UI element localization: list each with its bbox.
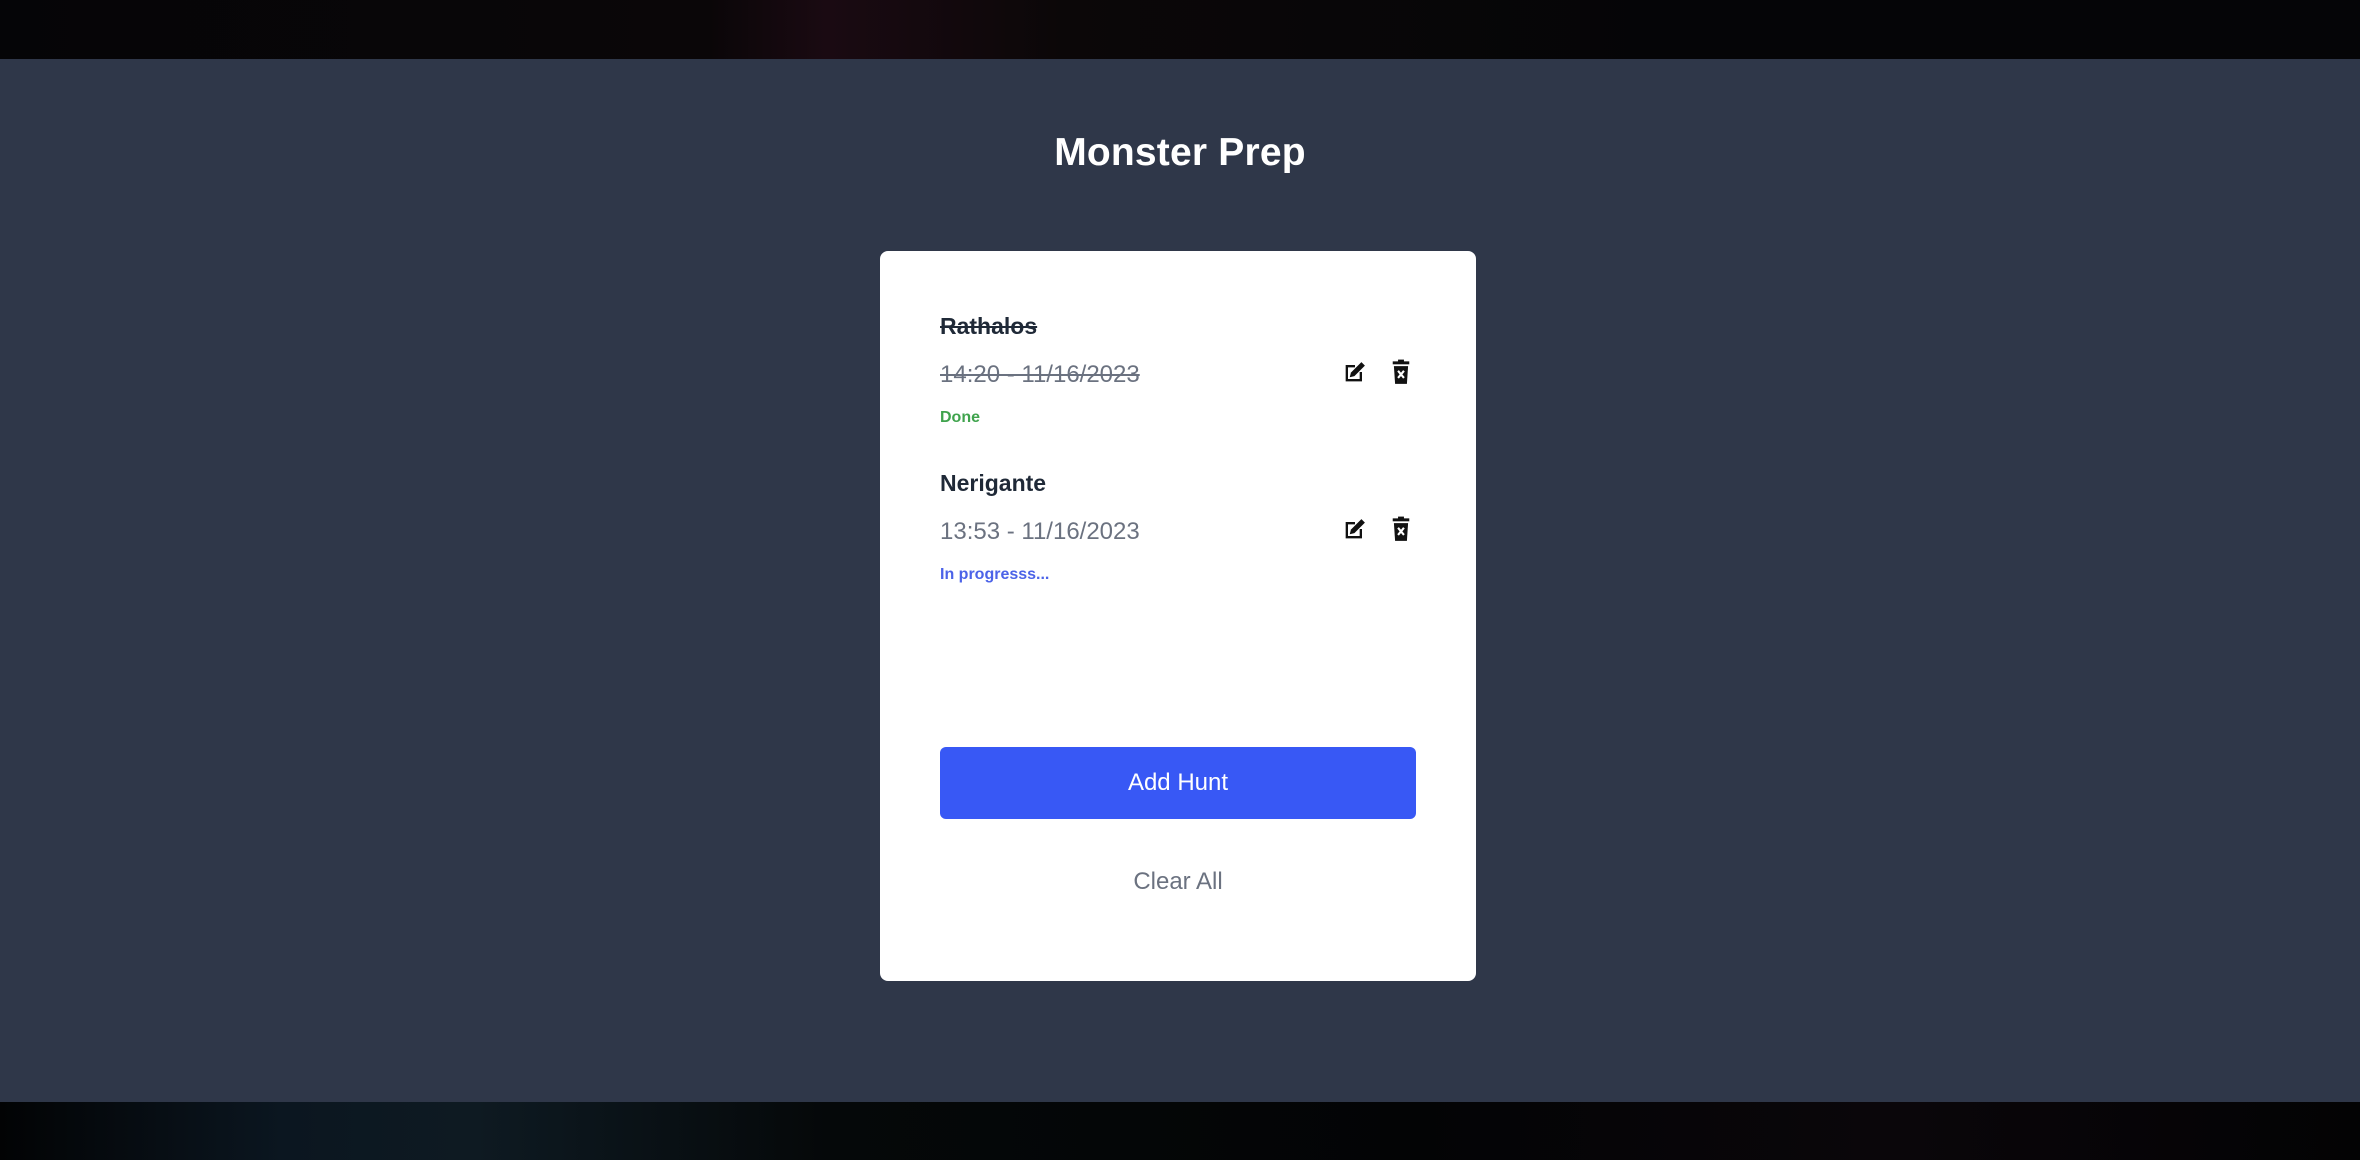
edit-button[interactable]: [1340, 357, 1370, 387]
bottom-letterbox: [0, 1102, 2360, 1160]
clear-all-button[interactable]: Clear All: [940, 857, 1416, 907]
delete-button[interactable]: [1386, 357, 1416, 387]
hunt-time: 14:20 - 11/16/2023: [940, 361, 1140, 388]
delete-button[interactable]: [1386, 514, 1416, 544]
edit-button[interactable]: [1340, 514, 1370, 544]
hunt-status: In progresss...: [940, 566, 1050, 583]
app-container: Monster Prep Rathalos 14:20 - 11/16/2023…: [0, 59, 2360, 1102]
hunt-name: Rathalos: [940, 313, 1038, 339]
hunt-name: Nerigante: [940, 470, 1047, 496]
page-title: Monster Prep: [1054, 131, 1306, 174]
hunt-card: Rathalos 14:20 - 11/16/2023 Done Nerigan…: [880, 251, 1476, 981]
top-letterbox: [0, 0, 2360, 59]
add-hunt-button[interactable]: Add Hunt: [940, 747, 1416, 819]
edit-icon: [1345, 519, 1365, 539]
hunt-status: Done: [940, 409, 980, 426]
edit-icon: [1345, 362, 1365, 382]
hunt-item: Rathalos 14:20 - 11/16/2023 Done: [940, 313, 1416, 443]
hunt-actions: [1340, 514, 1416, 544]
trash-icon: [1392, 516, 1410, 541]
trash-icon: [1392, 359, 1410, 384]
hunt-item: Nerigante 13:53 - 11/16/2023 In progress…: [940, 470, 1416, 600]
hunt-time: 13:53 - 11/16/2023: [940, 518, 1140, 545]
hunt-actions: [1340, 357, 1416, 387]
